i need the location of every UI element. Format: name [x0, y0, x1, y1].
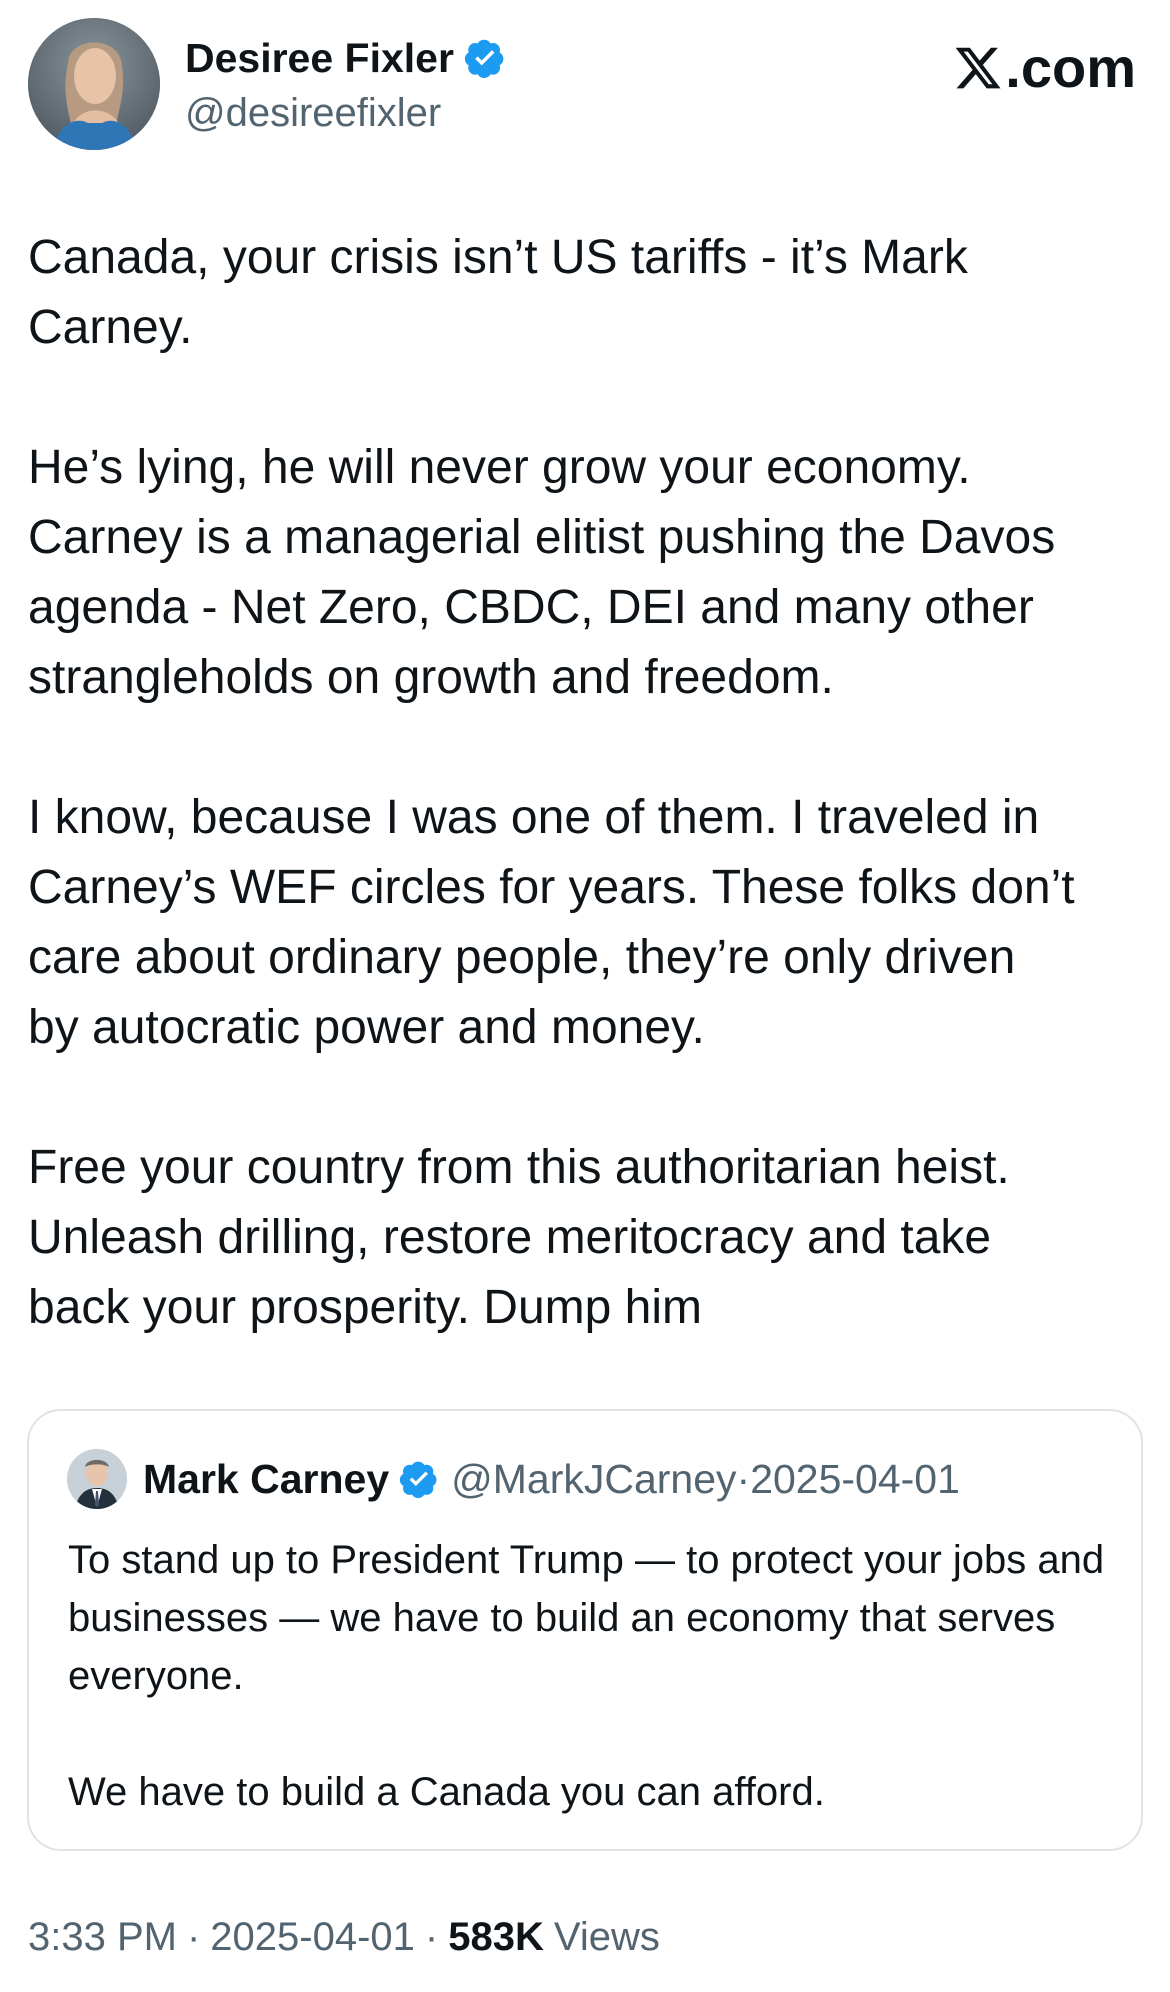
brand-logo: .com — [953, 40, 1136, 96]
quoted-tweet-paragraph: To stand up to President Trump — to prot… — [68, 1538, 1105, 1698]
tweet-time[interactable]: 3:33 PM — [28, 1917, 177, 1957]
tweet-header: Desiree Fixler @desireefixler .com — [28, 18, 1142, 154]
tweet-meta-footer: 3:33 PM · 2025-04-01 · 583K Views — [28, 1917, 660, 1957]
quoted-author-handle[interactable]: @MarkJCarney — [451, 1456, 736, 1503]
verified-badge-icon — [399, 1459, 439, 1499]
meta-separator: · — [424, 1915, 439, 1959]
quoted-author-avatar[interactable] — [67, 1449, 127, 1509]
meta-separator: · — [186, 1915, 201, 1959]
tweet-paragraph: He’s lying, he will never grow your econ… — [28, 441, 1056, 704]
tweet-paragraph: Free your country from this authoritaria… — [28, 1141, 1010, 1334]
quoted-tweet-header: Mark Carney @MarkJCarney · 2025-04-01 — [67, 1448, 960, 1510]
quoted-author-name[interactable]: Mark Carney — [143, 1456, 389, 1503]
quoted-author-avatar-image — [67, 1449, 127, 1509]
brand-domain-text: .com — [1005, 36, 1136, 99]
author-avatar-image — [28, 18, 160, 150]
views-label: Views — [553, 1915, 660, 1959]
verified-badge-icon — [464, 37, 506, 79]
author-handle[interactable]: @desireefixler — [185, 90, 441, 136]
tweet-paragraph: Canada, your crisis isn’t US tariffs - i… — [28, 231, 968, 354]
x-logo-icon — [955, 47, 1001, 89]
author-name-row: Desiree Fixler — [185, 30, 506, 86]
author-name[interactable]: Desiree Fixler — [185, 37, 454, 79]
quoted-tweet-body: To stand up to President Trump — to prot… — [68, 1531, 1108, 1821]
tweet-body: Canada, your crisis isn’t US tariffs - i… — [28, 223, 1153, 1343]
quoted-tweet-date[interactable]: 2025-04-01 — [750, 1456, 960, 1503]
quoted-tweet-paragraph: We have to build a Canada you can afford… — [68, 1770, 825, 1814]
views-count: 583K — [448, 1915, 544, 1959]
meta-separator: · — [736, 1455, 751, 1502]
quoted-tweet-card[interactable]: Mark Carney @MarkJCarney · 2025-04-01 To… — [27, 1409, 1143, 1851]
tweet-paragraph: I know, because I was one of them. I tra… — [28, 791, 1075, 1054]
author-avatar[interactable] — [28, 18, 160, 150]
tweet-date[interactable]: 2025-04-01 — [210, 1917, 415, 1957]
